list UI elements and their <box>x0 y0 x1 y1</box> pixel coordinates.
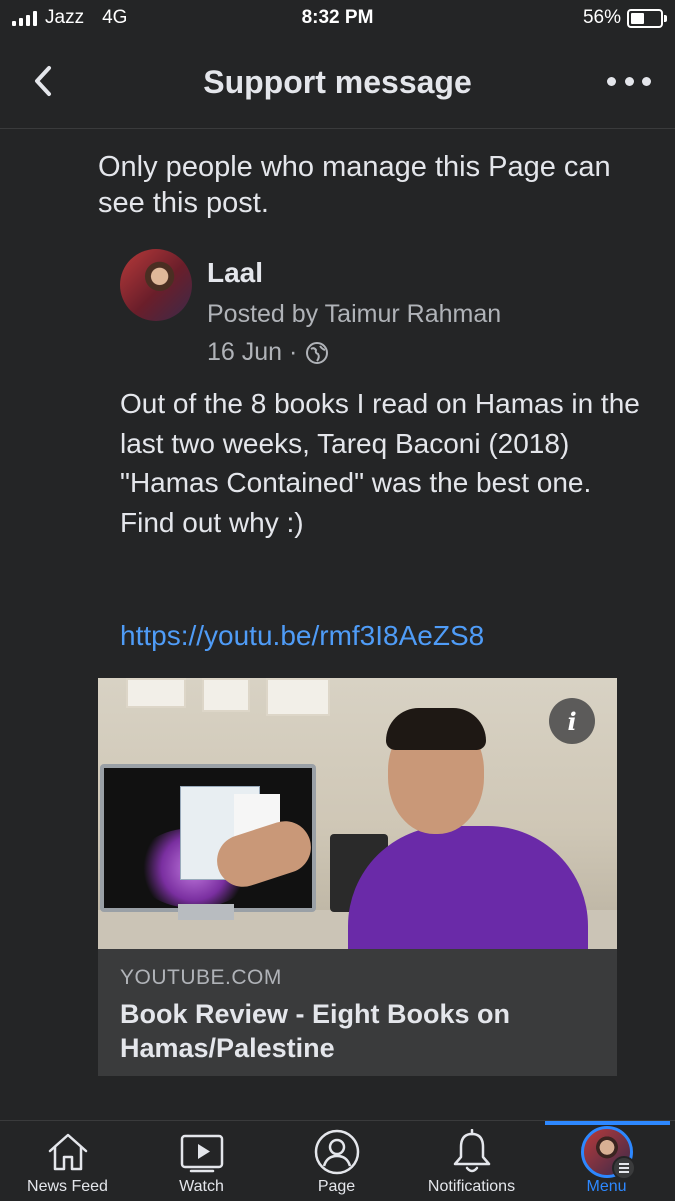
wall-frame <box>202 678 250 712</box>
bottom-tab-bar: News Feed Watch Page Notifications Menu <box>0 1120 675 1201</box>
battery-fill <box>631 12 644 24</box>
tab-news-feed[interactable]: News Feed <box>0 1121 135 1201</box>
battery-percent: 56% <box>582 7 621 28</box>
status-time: 8:32 PM <box>301 7 374 28</box>
message-content[interactable]: Only people who manage this Page can see… <box>0 129 675 1119</box>
more-dot <box>624 76 634 86</box>
more-dot <box>607 76 616 86</box>
post-link[interactable]: https://youtu.be/rmf3I8AeZS8 <box>120 620 484 652</box>
tab-page[interactable]: Page <box>269 1121 404 1201</box>
bell-icon <box>453 1129 490 1173</box>
tab-label: News Feed <box>27 1178 108 1195</box>
wall-frame <box>126 678 186 708</box>
more-dot <box>642 76 651 86</box>
tab-watch[interactable]: Watch <box>134 1121 269 1201</box>
info-button[interactable]: i <box>549 698 595 744</box>
post-meta: 16 Jun · <box>207 338 329 367</box>
battery-icon <box>627 8 667 28</box>
monitor-stand <box>178 904 234 920</box>
avatar-menu-icon <box>580 1126 636 1180</box>
tab-notifications[interactable]: Notifications <box>404 1121 539 1201</box>
tab-label: Watch <box>179 1178 224 1195</box>
page-avatar[interactable] <box>120 249 192 321</box>
link-domain: YOUTUBE.COM <box>120 966 282 989</box>
status-right: 56% <box>582 7 667 29</box>
hamburger-icon <box>611 1156 636 1180</box>
page-name[interactable]: Laal <box>207 257 263 289</box>
tab-label: Page <box>317 1178 356 1195</box>
more-options-button[interactable] <box>607 68 651 94</box>
link-preview-card[interactable]: i YOUTUBE.COM Book Review - Eight Books … <box>98 678 617 1076</box>
play-video-icon <box>180 1134 223 1173</box>
battery-nub <box>664 14 667 22</box>
post-date[interactable]: 16 Jun · <box>207 338 297 367</box>
profile-icon <box>314 1129 359 1175</box>
globe-icon <box>306 341 329 364</box>
page-title: Support message <box>203 64 472 100</box>
visibility-notice: Only people who manage this Page can see… <box>98 151 611 219</box>
tab-label: Notifications <box>427 1178 516 1195</box>
wall-frame <box>266 678 330 716</box>
header-bar: Support message <box>0 38 675 129</box>
tab-menu[interactable]: Menu <box>539 1121 674 1201</box>
status-bar: Jazz 4G 8:32 PM 56% <box>0 0 675 38</box>
post-text: Out of the 8 books I read on Hamas in th… <box>120 388 640 538</box>
home-icon <box>48 1133 87 1171</box>
posted-by: Posted by Taimur Rahman <box>207 300 502 328</box>
person-hair <box>386 708 486 750</box>
link-title[interactable]: Book Review - Eight Books on Hamas/Pales… <box>120 997 590 1065</box>
video-thumbnail[interactable]: i <box>98 678 617 949</box>
tab-label: Menu <box>586 1178 627 1195</box>
